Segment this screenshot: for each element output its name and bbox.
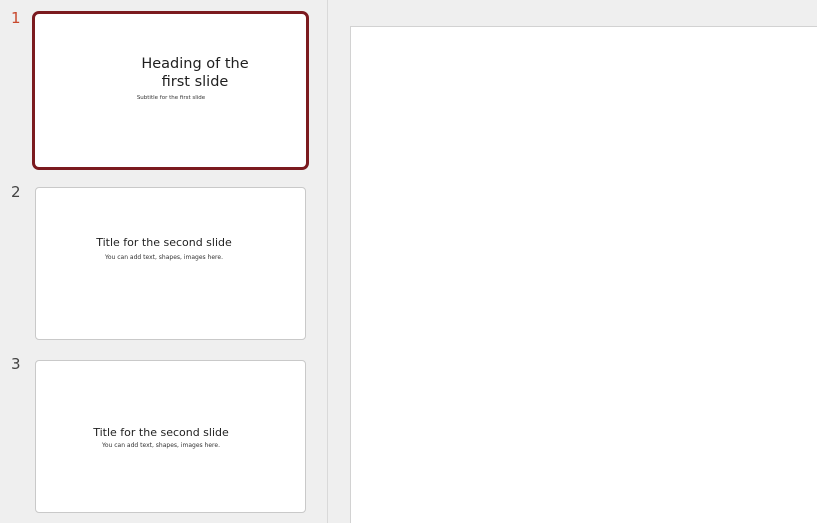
slide-thumbnail-2[interactable]: Title for the second slide You can add t… <box>35 187 306 340</box>
slide-thumbnail-1[interactable]: Heading of the first slide Subtitle for … <box>32 11 309 170</box>
slide-number-2: 2 <box>11 183 21 201</box>
slide-1-subtitle: Subtitle for the first slide <box>136 95 206 101</box>
slide-number-1: 1 <box>11 9 21 27</box>
slide-1-title: Heading of the first slide <box>141 56 249 90</box>
slide-2-title: Title for the second slide <box>96 236 232 249</box>
slide-canvas[interactable] <box>350 26 817 523</box>
slide-thumbnail-3[interactable]: Title for the second slide You can add t… <box>35 360 306 513</box>
slide-3-subtitle: You can add text, shapes, images here. <box>102 442 220 449</box>
slide-3-title: Title for the second slide <box>93 426 229 439</box>
slide-2-subtitle: You can add text, shapes, images here. <box>105 254 223 261</box>
slide-number-3: 3 <box>11 355 21 373</box>
presentation-editor: 1 Heading of the first slide Subtitle fo… <box>0 0 817 523</box>
slide-thumbnail-pane[interactable]: 1 Heading of the first slide Subtitle fo… <box>0 0 327 523</box>
